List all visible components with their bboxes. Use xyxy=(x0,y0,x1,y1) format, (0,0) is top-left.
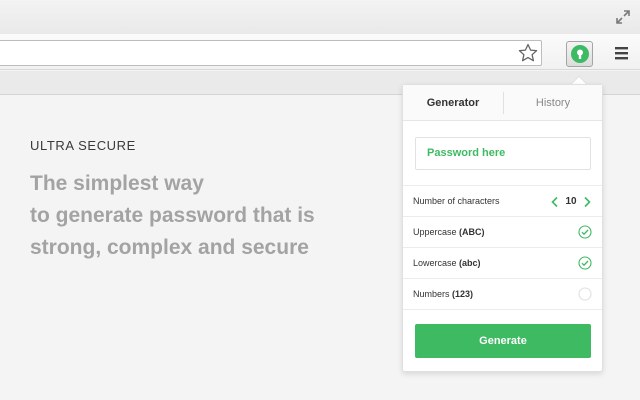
option-hint: (abc) xyxy=(459,258,481,268)
star-icon[interactable] xyxy=(517,42,539,64)
password-generator-popup: Generator History Password here Number o… xyxy=(402,84,603,372)
browser-toolbar xyxy=(0,34,640,70)
hamburger-menu-icon[interactable] xyxy=(613,43,631,63)
address-bar[interactable] xyxy=(0,40,542,66)
generate-row xyxy=(403,309,602,310)
length-value: 10 xyxy=(565,196,577,207)
unchecked-circle-icon[interactable] xyxy=(578,287,592,301)
generate-button[interactable]: Generate xyxy=(415,324,591,358)
headline-line-2: to generate password that is xyxy=(30,204,315,227)
popup-tabs: Generator History xyxy=(403,85,602,121)
length-row: Number of characters 10 xyxy=(403,185,602,216)
chevron-left-icon[interactable] xyxy=(550,196,560,208)
password-output-field[interactable]: Password here xyxy=(415,137,591,170)
option-hint: (ABC) xyxy=(459,227,485,237)
check-circle-icon[interactable] xyxy=(578,225,592,239)
browser-titlebar xyxy=(0,0,640,34)
page-eyebrow: ULTRA SECURE xyxy=(30,138,136,153)
option-uppercase[interactable]: Uppercase (ABC) xyxy=(403,216,602,247)
option-lowercase[interactable]: Lowercase (abc) xyxy=(403,247,602,278)
length-stepper: 10 xyxy=(550,194,592,210)
headline-line-1: The simplest way xyxy=(30,172,204,195)
fullscreen-icon[interactable] xyxy=(614,8,632,26)
option-label: Uppercase xyxy=(413,227,457,237)
length-label: Number of characters xyxy=(413,196,500,206)
tab-generator[interactable]: Generator xyxy=(403,85,503,121)
extension-key-icon xyxy=(571,45,589,63)
option-hint: (123) xyxy=(452,289,474,299)
chevron-right-icon[interactable] xyxy=(582,196,592,208)
headline-line-3: strong, complex and secure xyxy=(30,236,309,259)
option-numbers[interactable]: Numbers (123) xyxy=(403,278,602,309)
tab-history[interactable]: History xyxy=(503,85,603,121)
check-circle-icon[interactable] xyxy=(578,256,592,270)
page-headline: The simplest way to generate password th… xyxy=(30,168,390,264)
extension-button[interactable] xyxy=(566,41,593,67)
option-label: Lowercase xyxy=(413,258,457,268)
option-label: Numbers xyxy=(413,289,450,299)
